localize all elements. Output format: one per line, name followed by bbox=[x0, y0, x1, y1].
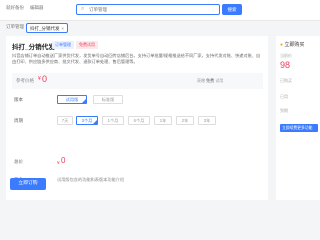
tab-order-management[interactable]: 订单管理 bbox=[6, 24, 26, 32]
period-option-7d-label: 7天 bbox=[61, 118, 69, 123]
search-icon: ⌕ bbox=[81, 6, 85, 12]
price-label: 参考价格 bbox=[16, 78, 34, 83]
period-option-2y[interactable]: 2年 bbox=[176, 116, 194, 125]
version-label: 版本 bbox=[14, 97, 23, 102]
version-option-standard[interactable]: 标准版 bbox=[93, 95, 123, 104]
top-bar: 就好备份 编辑器 ⌕ 搜索 bbox=[0, 0, 320, 21]
intro-text: 试用版包含的功能和表版本功能介绍 bbox=[57, 177, 125, 182]
period-option-1m-label: 1个月 bbox=[107, 118, 119, 123]
period-option-1m[interactable]: 1个月 bbox=[102, 116, 124, 125]
period-label: 周期 bbox=[14, 118, 23, 123]
price-note-suffix: 试用 bbox=[215, 78, 224, 83]
search-box: ⌕ bbox=[76, 4, 220, 15]
total-currency: ¥ bbox=[57, 160, 60, 165]
buy-now-button[interactable]: 立即订购 bbox=[10, 178, 46, 190]
period-option-3y-label: 3年 bbox=[203, 118, 211, 123]
price-note: 获赠 免费 试用 bbox=[197, 78, 223, 84]
selected-corner-icon bbox=[82, 99, 86, 103]
total-value: 0 bbox=[61, 156, 66, 165]
period-option-1y[interactable]: 1年 bbox=[154, 116, 172, 125]
product-panel: 抖打_分销代发 订单管理 免费试用 抖音店铺订单自动推送厂家供货代发，发货单号自… bbox=[6, 36, 268, 200]
price-value: 0 bbox=[42, 74, 48, 84]
sidebar-line-3: 已用 bbox=[280, 94, 288, 99]
sidebar-line-1: 当前价 bbox=[280, 53, 292, 58]
tab-product[interactable]: 抖打_分销代发 × bbox=[26, 23, 68, 33]
period-option-6m-label: 6个月 bbox=[133, 118, 145, 123]
version-option-trial[interactable]: 试用版 bbox=[57, 95, 87, 104]
nav-item-editor[interactable]: 编辑器 bbox=[30, 5, 44, 11]
product-title: 抖打_分销代发 bbox=[12, 44, 55, 51]
price-note-value: 免费 bbox=[206, 78, 215, 83]
sidebar-header: ● 立即购买 bbox=[280, 41, 304, 48]
sidebar-panel: ● 立即购买 当前价 98 已购买 已用 到期 立即续费更多功能 bbox=[276, 36, 320, 200]
period-option-1y-label: 1年 bbox=[159, 118, 167, 123]
tag-badge: 订单管理 bbox=[52, 41, 74, 49]
free-trial-badge: 免费试用 bbox=[76, 41, 98, 49]
sidebar-line-4: 到期 bbox=[280, 108, 288, 113]
period-option-3m-label: 3个月 bbox=[81, 118, 93, 123]
tab-bar: 订单管理 抖打_分销代发 × bbox=[0, 21, 320, 35]
total-label: 总价 bbox=[14, 159, 23, 164]
close-icon[interactable]: × bbox=[61, 24, 64, 34]
sidebar-action-button[interactable]: 立即续费更多功能 bbox=[280, 124, 318, 132]
price-box: 参考价格 ¥ 0 获赠 免费 试用 bbox=[12, 73, 263, 89]
search-button[interactable]: 搜索 bbox=[222, 4, 242, 15]
period-option-3y[interactable]: 3年 bbox=[198, 116, 216, 125]
selected-corner-icon bbox=[93, 120, 97, 124]
version-option-standard-label: 标准版 bbox=[101, 97, 115, 102]
sidebar-big-value: 98 bbox=[280, 60, 291, 70]
sidebar-header-label: 立即购买 bbox=[284, 42, 305, 48]
period-option-7d[interactable]: 7天 bbox=[57, 116, 73, 125]
star-icon: ● bbox=[280, 42, 284, 48]
version-option-trial-label: 试用版 bbox=[65, 97, 79, 102]
sidebar-line-2: 已购买 bbox=[280, 78, 292, 83]
period-option-6m[interactable]: 6个月 bbox=[128, 116, 150, 125]
price-note-prefix: 获赠 bbox=[197, 78, 205, 83]
search-input[interactable] bbox=[89, 5, 179, 14]
tab-product-label: 抖打_分销代发 bbox=[30, 26, 60, 31]
product-description: 抖音店铺订单自动推送厂家供货代发，发货单号自动回传店铺后台。支持订单批量/规格推… bbox=[12, 53, 261, 65]
period-option-3m[interactable]: 3个月 bbox=[76, 116, 98, 125]
nav-item-backup[interactable]: 就好备份 bbox=[6, 5, 24, 11]
period-option-2y-label: 2年 bbox=[181, 118, 189, 123]
price-currency: ¥ bbox=[38, 76, 41, 82]
